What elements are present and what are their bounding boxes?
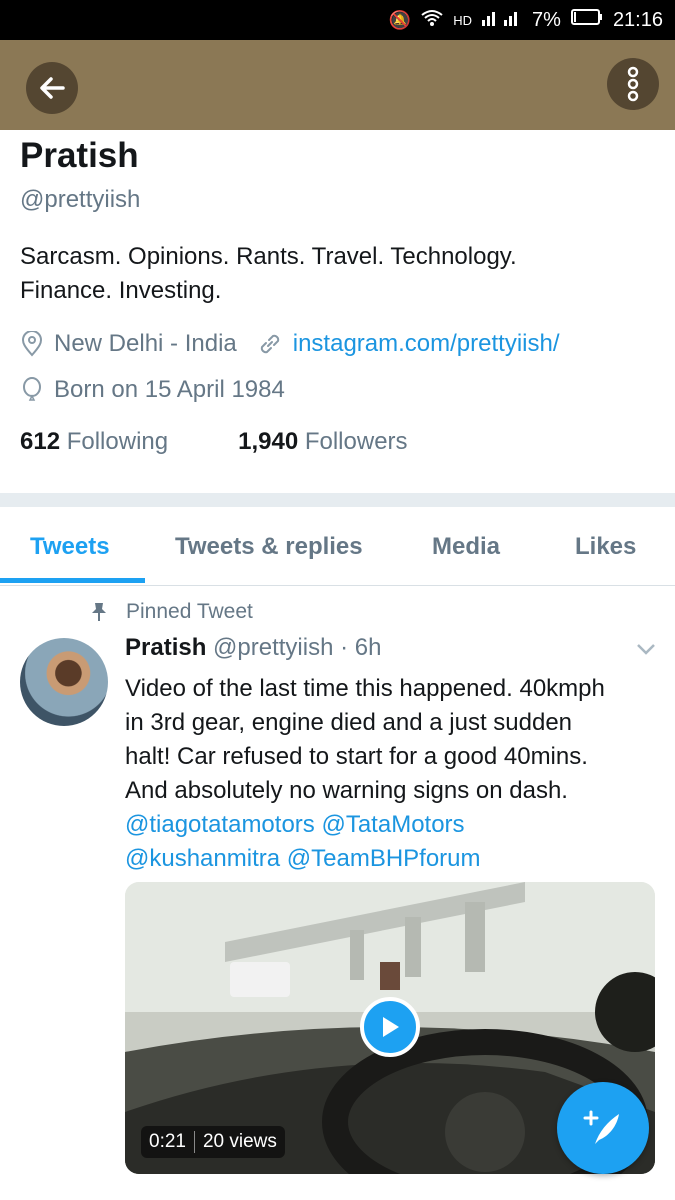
mention-link[interactable]: @kushanmitra bbox=[125, 845, 280, 872]
tweet-text-line: halt! Car refused to start for a good 40… bbox=[125, 743, 588, 770]
compose-tweet-button[interactable] bbox=[557, 1082, 649, 1174]
link-icon bbox=[260, 334, 279, 354]
wifi-icon bbox=[421, 9, 443, 32]
tweet-text-line: in 3rd gear, engine died and a just sudd… bbox=[125, 709, 573, 736]
tweet-text-line: Video of the last time this happened. 40… bbox=[125, 675, 605, 702]
play-icon bbox=[383, 1017, 399, 1037]
signal-icon bbox=[482, 8, 522, 32]
battery-icon bbox=[570, 8, 603, 32]
pinned-text: Pinned Tweet bbox=[126, 600, 253, 623]
mention-link[interactable]: @tiagotatamotors bbox=[125, 811, 315, 838]
play-button[interactable] bbox=[360, 997, 420, 1057]
tweet-text: Video of the last time this happened. 40… bbox=[125, 672, 665, 876]
location-pin-icon bbox=[21, 331, 43, 357]
tab-tweets[interactable]: Tweets bbox=[30, 533, 110, 561]
following-link[interactable]: 612 Following bbox=[20, 428, 168, 456]
mention-link[interactable]: @TataMotors bbox=[321, 811, 464, 838]
more-vertical-icon bbox=[627, 66, 639, 102]
hd-indicator: HD bbox=[453, 12, 473, 28]
avatar[interactable] bbox=[20, 638, 108, 726]
following-label: Following bbox=[66, 428, 169, 455]
tweet-text-line: And absolutely no warning signs on dash. bbox=[125, 777, 568, 804]
tweet-author-handle[interactable]: @prettyiish bbox=[213, 634, 333, 661]
tweet-author-name[interactable]: Pratish bbox=[125, 634, 206, 661]
followers-count: 1,940 bbox=[238, 428, 299, 455]
profile-bio: Sarcasm. Opinions. Rants. Travel. Techno… bbox=[20, 240, 640, 308]
tab-media[interactable]: Media bbox=[432, 533, 500, 561]
profile-location: New Delhi - India bbox=[54, 330, 237, 357]
bio-line: Finance. Investing. bbox=[20, 277, 222, 304]
tweet-time: · 6h bbox=[340, 634, 382, 661]
tweet-header: Pratish @prettyiish · 6h bbox=[125, 634, 381, 662]
pinned-tweet-label: Pinned Tweet bbox=[90, 600, 253, 624]
profile-birthday-row: Born on 15 April 1984 bbox=[20, 376, 285, 404]
video-views: 20 views bbox=[202, 1131, 277, 1152]
profile-handle: @prettyiish bbox=[20, 186, 141, 213]
profile-name: Pratish bbox=[20, 136, 139, 175]
video-duration: 0:21 bbox=[149, 1131, 186, 1152]
back-button[interactable] bbox=[26, 62, 78, 114]
profile-banner bbox=[0, 40, 675, 130]
profile-tabs: Tweets Tweets & replies Media Likes bbox=[0, 507, 675, 586]
feather-plus-icon bbox=[583, 1110, 619, 1144]
tweet-menu-button[interactable] bbox=[636, 642, 656, 661]
tab-tweets-replies[interactable]: Tweets & replies bbox=[175, 533, 363, 561]
mention-link[interactable]: @TeamBHPforum bbox=[287, 845, 481, 872]
profile-meta-row: New Delhi - India instagram.com/prettyii… bbox=[20, 330, 560, 358]
balloon-icon bbox=[23, 377, 41, 401]
status-bar: 🔕 HD 7% 21:16 bbox=[0, 0, 675, 40]
profile-birthday: Born on 15 April 1984 bbox=[54, 376, 285, 403]
section-divider bbox=[0, 493, 675, 507]
badge-separator bbox=[193, 1131, 195, 1153]
active-tab-indicator bbox=[0, 578, 145, 583]
video-info-badge: 0:21 20 views bbox=[141, 1126, 285, 1158]
pin-icon bbox=[92, 603, 106, 621]
battery-percent: 7% bbox=[532, 8, 561, 31]
arrow-left-icon bbox=[40, 77, 65, 99]
follow-counts: 612 Following 1,940 Followers bbox=[20, 428, 408, 456]
profile-website-link[interactable]: instagram.com/prettyiish/ bbox=[293, 330, 560, 358]
followers-link[interactable]: 1,940 Followers bbox=[238, 428, 407, 456]
clock: 21:16 bbox=[612, 8, 663, 31]
following-count: 612 bbox=[20, 428, 61, 455]
mute-icon: 🔕 bbox=[388, 9, 412, 30]
followers-label: Followers bbox=[304, 428, 408, 455]
bio-line: Sarcasm. Opinions. Rants. Travel. Techno… bbox=[20, 243, 517, 270]
more-options-button[interactable] bbox=[607, 58, 659, 110]
tab-likes[interactable]: Likes bbox=[575, 533, 636, 561]
chevron-down-icon bbox=[637, 644, 655, 655]
